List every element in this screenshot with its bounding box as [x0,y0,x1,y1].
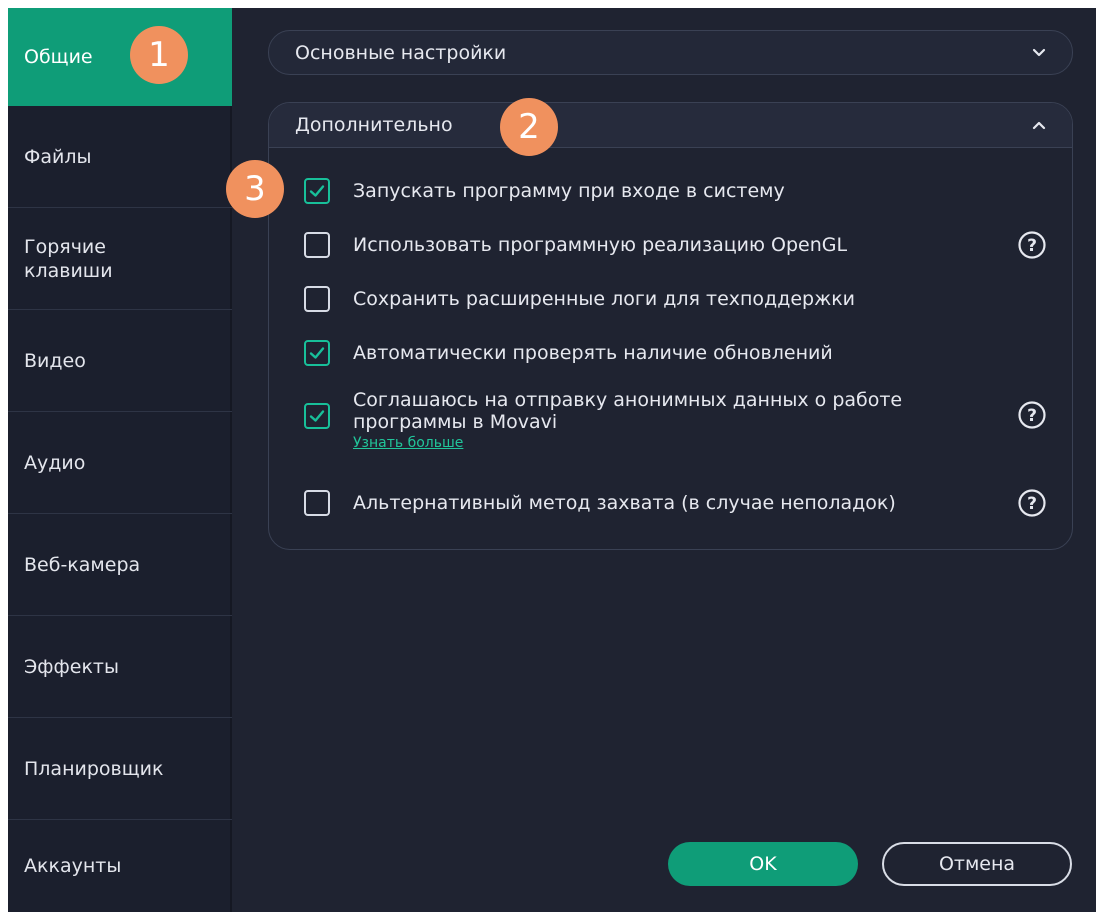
advanced-settings-header[interactable]: Дополнительно [269,103,1072,148]
extended-logs-label[interactable]: Сохранить расширенные логи для техподдер… [353,288,973,310]
checkmark-icon [309,347,325,359]
help-icon[interactable]: ? [1017,230,1047,260]
sidebar: Общие Файлы Горячие клавиши Видео Аудио … [8,8,232,912]
option-autostart: Запускать программу при входе в систему [269,171,1072,211]
sidebar-item-scheduler[interactable]: Планировщик [8,718,232,820]
anonymous-data-label[interactable]: Соглашаюсь на отправку анонимных данных … [353,389,973,433]
auto-updates-checkbox[interactable] [304,340,330,366]
sidebar-item-webcam[interactable]: Веб-камера [8,514,232,616]
option-software-opengl: Использовать программную реализацию Open… [269,225,1072,265]
cancel-button[interactable]: Отмена [882,842,1072,886]
option-anonymous-data: Соглашаюсь на отправку анонимных данных … [269,385,1072,465]
sidebar-item-label: Горячие клавиши [24,235,113,282]
annotation-badge-1: 1 [130,26,188,84]
annotation-badge-2: 2 [500,98,558,156]
chevron-up-icon [1032,121,1046,130]
chevron-down-icon [1032,48,1046,56]
sidebar-item-video[interactable]: Видео [8,310,232,412]
sidebar-item-label: Эффекты [24,655,119,678]
sidebar-item-accounts[interactable]: Аккаунты [8,820,232,912]
sidebar-item-general[interactable]: Общие [8,8,232,106]
checkmark-icon [309,410,325,422]
ok-button[interactable]: OK [668,842,858,886]
extended-logs-checkbox[interactable] [304,286,330,312]
sidebar-item-label: Аккаунты [24,855,122,877]
learn-more-link[interactable]: Узнать больше [353,435,463,451]
help-icon[interactable]: ? [1017,400,1047,430]
basic-settings-panel[interactable]: Основные настройки [268,30,1073,75]
sidebar-item-hotkeys[interactable]: Горячие клавиши [8,208,232,310]
advanced-settings-panel: Дополнительно Запускать программу при вх… [268,102,1073,550]
checkmark-icon [309,185,325,197]
svg-text:?: ? [1027,406,1037,426]
anonymous-data-checkbox[interactable] [304,403,330,429]
sidebar-item-label: Аудио [24,451,86,474]
option-auto-updates: Автоматически проверять наличие обновлен… [269,333,1072,373]
software-opengl-label[interactable]: Использовать программную реализацию Open… [353,234,973,256]
sidebar-item-label: Веб-камера [24,553,141,576]
svg-text:?: ? [1027,236,1037,256]
svg-text:?: ? [1027,494,1037,514]
sidebar-item-label: Общие [24,46,93,68]
sidebar-item-effects[interactable]: Эффекты [8,616,232,718]
alt-capture-label[interactable]: Альтернативный метод захвата (в случае н… [353,492,973,514]
option-alt-capture: Альтернативный метод захвата (в случае н… [269,483,1072,523]
sidebar-item-files[interactable]: Файлы [8,106,232,208]
autostart-label[interactable]: Запускать программу при входе в систему [353,180,973,202]
autostart-checkbox[interactable] [304,178,330,204]
sidebar-item-audio[interactable]: Аудио [8,412,232,514]
auto-updates-label[interactable]: Автоматически проверять наличие обновлен… [353,342,973,364]
alt-capture-checkbox[interactable] [304,490,330,516]
sidebar-item-label: Планировщик [24,757,164,780]
software-opengl-checkbox[interactable] [304,232,330,258]
annotation-badge-3: 3 [226,160,284,218]
option-extended-logs: Сохранить расширенные логи для техподдер… [269,279,1072,319]
sidebar-item-label: Файлы [24,145,92,168]
advanced-settings-title: Дополнительно [295,114,453,136]
basic-settings-title: Основные настройки [295,41,507,64]
help-icon[interactable]: ? [1017,488,1047,518]
sidebar-item-label: Видео [24,349,86,372]
